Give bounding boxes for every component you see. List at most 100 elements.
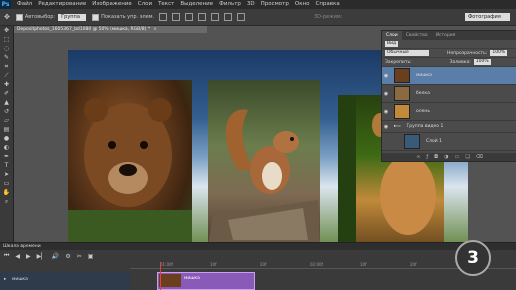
crop-icon[interactable]: ⌗ (0, 62, 13, 71)
move-icon[interactable]: ✥ (0, 26, 13, 35)
shape-icon[interactable]: ▭ (0, 179, 13, 188)
transition-icon[interactable]: ▣ (88, 253, 94, 260)
history-brush-icon[interactable]: ↺ (0, 107, 13, 116)
zoom-icon[interactable]: ⌕ (0, 197, 13, 206)
tab-properties[interactable]: Свойства (402, 31, 432, 40)
tab-layers[interactable]: Слои (382, 31, 402, 40)
eraser-icon[interactable]: ▱ (0, 116, 13, 125)
menu-file[interactable]: Файл (17, 0, 32, 9)
opacity-label: Непрозрачность: (447, 50, 488, 56)
panel-tabs: Слои Свойства История (382, 31, 516, 40)
autoselect-checkbox[interactable] (15, 13, 23, 21)
align-middle-icon[interactable] (172, 13, 181, 21)
track-name: мишка (12, 277, 28, 282)
layer-filter-select[interactable]: Вид (385, 41, 399, 47)
layer-row-squirrel[interactable]: ◉ белка (382, 85, 516, 103)
opacity-field[interactable]: 100% (490, 50, 508, 56)
distribute-icon[interactable] (237, 13, 246, 21)
tab-history[interactable]: История (432, 31, 460, 40)
healing-icon[interactable]: ✚ (0, 80, 13, 89)
split-clip-icon[interactable]: ✂ (77, 253, 82, 260)
photoshop-logo: Ps (0, 0, 11, 9)
settings-gear-icon[interactable]: ⚙ (65, 253, 70, 260)
align-right-icon[interactable] (224, 13, 233, 21)
bear-illustration (68, 98, 192, 245)
pen-icon[interactable]: ✒ (0, 152, 13, 161)
layer-row-bear[interactable]: ◉ мишка (382, 67, 516, 85)
eyedropper-icon[interactable]: ⟋ (0, 71, 13, 80)
timeline-clip[interactable]: мишка (157, 272, 255, 290)
menu-view[interactable]: Просмотр (261, 0, 289, 9)
menu-image[interactable]: Изображение (92, 0, 132, 9)
channel-logo: 3 (455, 240, 491, 276)
layer-thumbnail (394, 86, 410, 101)
next-frame-icon[interactable]: ▶▏ (37, 253, 46, 260)
align-center-icon[interactable] (211, 13, 220, 21)
fill-field[interactable]: 100% (473, 59, 491, 65)
trash-icon[interactable]: ⌫ (476, 153, 483, 161)
folder-icon[interactable]: ▭ (454, 153, 459, 161)
lock-row: Закрепить: Заливка: 100% (382, 58, 516, 67)
path-select-icon[interactable]: ➤ (0, 170, 13, 179)
layer-filter-row: Вид (382, 40, 516, 49)
type-icon[interactable]: T (0, 161, 13, 170)
playhead[interactable] (160, 262, 161, 290)
ruler-mark: 20f (260, 262, 267, 267)
blur-icon[interactable]: ● (0, 134, 13, 143)
hand-icon[interactable]: ✋ (0, 188, 13, 197)
dodge-icon[interactable]: ◐ (0, 143, 13, 152)
show-controls-checkbox[interactable] (92, 13, 100, 21)
menu-select[interactable]: Выделение (180, 0, 213, 9)
align-bottom-icon[interactable] (185, 13, 194, 21)
marquee-icon[interactable]: ⬚ (0, 35, 13, 44)
autoselect-select[interactable]: Группа (58, 13, 87, 21)
menu-edit[interactable]: Редактирование (38, 0, 86, 9)
visibility-eye-icon[interactable]: ◉ (382, 91, 390, 97)
show-controls-label: Показать упр. элем. (101, 14, 155, 20)
document-tab-title: Depositphotos_1605367_bd1080 @ 50% (мишк… (17, 27, 151, 32)
autoselect-label: Автовыбор: (24, 14, 56, 20)
bear-photo (68, 80, 192, 245)
document-tab[interactable]: Depositphotos_1605367_bd1080 @ 50% (мишк… (14, 26, 207, 33)
menu-filter[interactable]: Фильтр (219, 0, 241, 9)
mask-icon[interactable]: ◘ (434, 153, 438, 161)
layer-row-layer1[interactable]: Слой 1 (382, 133, 516, 151)
menu-window[interactable]: Окно (295, 0, 310, 9)
brush-icon[interactable]: ✐ (0, 89, 13, 98)
layer-row-deer[interactable]: ◉ олень (382, 103, 516, 121)
menu-type[interactable]: Текст (158, 0, 174, 9)
stamp-icon[interactable]: ▲ (0, 98, 13, 107)
align-top-icon[interactable] (159, 13, 168, 21)
layer-row-video-group[interactable]: ◉ ▸▭ Группа видео 1 (382, 121, 516, 133)
play-icon[interactable]: ▶ (26, 253, 31, 260)
close-tab-icon[interactable]: × (153, 27, 157, 32)
fx-icon[interactable]: ƒ (426, 153, 428, 161)
align-left-icon[interactable] (198, 13, 207, 21)
audio-icon[interactable]: 🔊 (52, 253, 59, 260)
blend-mode-select[interactable]: Обычные (385, 50, 429, 56)
lasso-icon[interactable]: ◌ (0, 44, 13, 53)
fill-label: Заливка: (449, 59, 471, 65)
menu-3d[interactable]: 3D (247, 0, 255, 9)
timeline-track-header[interactable]: ▸ мишка (0, 272, 130, 290)
prev-frame-icon[interactable]: ◀ (15, 253, 20, 260)
visibility-eye-icon[interactable]: ◉ (382, 124, 390, 130)
ruler-mark: 10f (210, 262, 217, 267)
workspace-select[interactable]: Фотография (465, 13, 510, 21)
quick-select-icon[interactable]: ✎ (0, 53, 13, 62)
menu-layer[interactable]: Слои (138, 0, 152, 9)
track-expand-icon[interactable]: ▸ (4, 277, 6, 282)
folder-icon: ▸▭ (394, 124, 401, 129)
visibility-eye-icon[interactable]: ◉ (382, 73, 390, 79)
layer-thumbnail (394, 68, 410, 83)
first-frame-icon[interactable]: ⏮ (4, 252, 9, 260)
gradient-icon[interactable]: ▤ (0, 125, 13, 134)
link-icon[interactable]: ∞ (416, 153, 420, 161)
adjustment-icon[interactable]: ◑ (444, 153, 448, 161)
visibility-eye-icon[interactable]: ◉ (382, 109, 390, 115)
menu-help[interactable]: Справка (315, 0, 339, 9)
new-layer-icon[interactable]: ❏ (465, 153, 469, 161)
move-tool-icon[interactable]: ✥ (4, 13, 10, 21)
layer-name: олень (416, 109, 430, 114)
layers-panel: Слои Свойства История Вид Обычные Непроз… (381, 30, 516, 162)
